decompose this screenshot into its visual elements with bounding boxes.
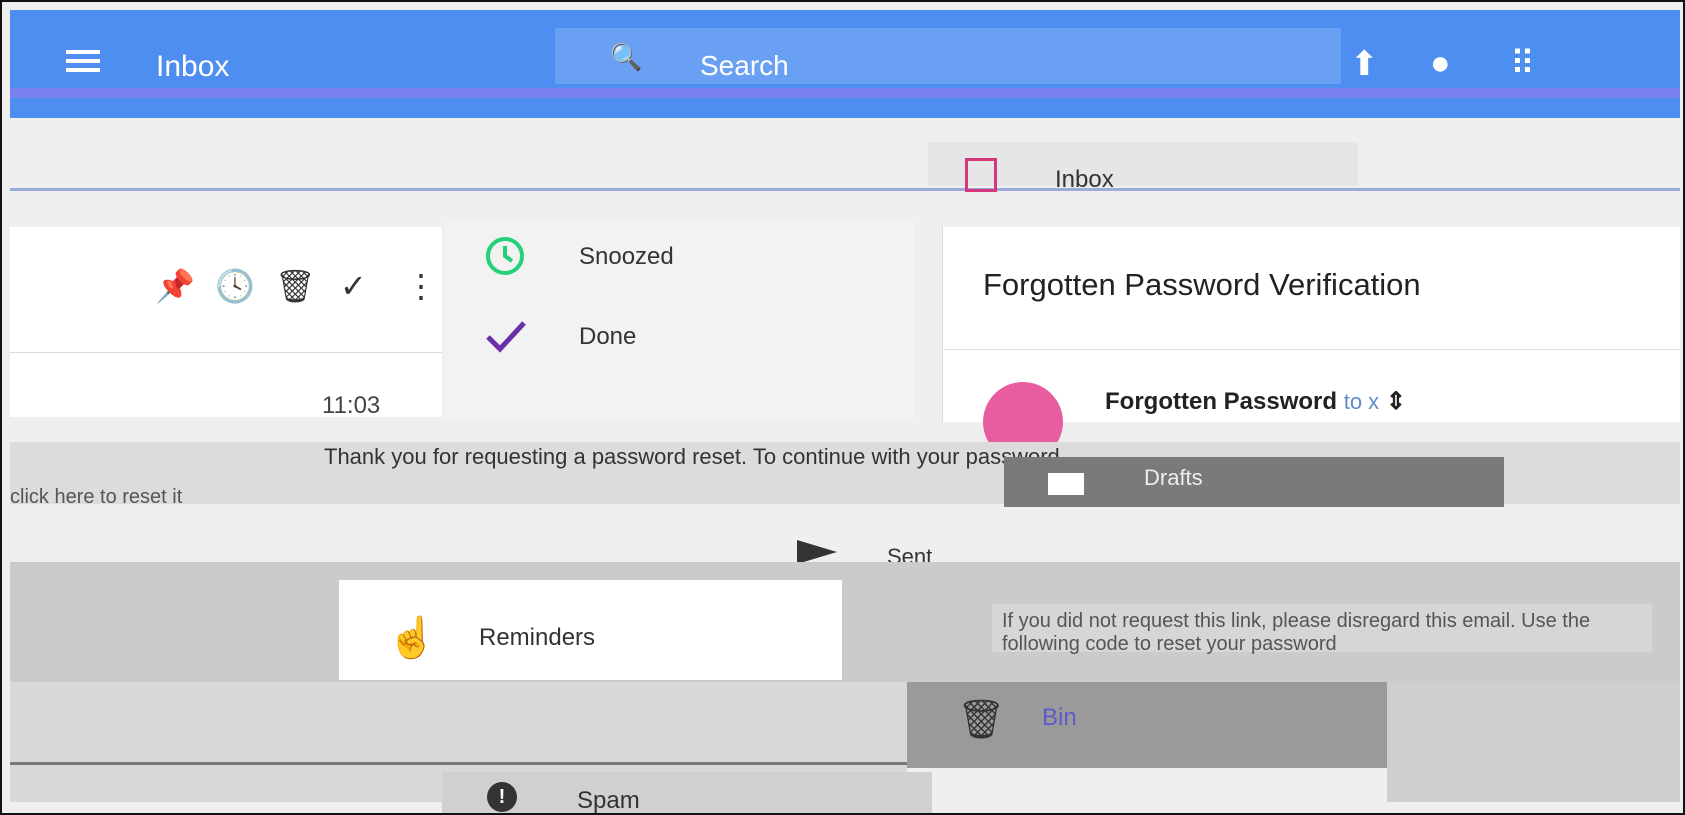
pin-icon[interactable]: 📌 (155, 267, 195, 305)
recipient-toggle[interactable]: to x (1344, 389, 1379, 414)
trash-icon: 🗑 (957, 699, 1006, 741)
alert-icon: ! (487, 782, 517, 812)
pointing-hand-icon: ☝ (387, 616, 437, 660)
menu-item-label: Bin (1042, 704, 1077, 731)
panel-divider (10, 352, 442, 353)
top-app-bar: Inbox 🔍 Search ⬆ ⠿ ● (10, 10, 1680, 118)
app-title: Inbox (156, 50, 230, 83)
message-preview: Thank you for requesting a password rese… (324, 444, 1060, 469)
reset-link[interactable]: click here to reset it (10, 486, 182, 509)
inbox-checkbox-icon[interactable] (965, 158, 997, 192)
app-frame: Inbox 🔍 Search ⬆ ⠿ ● Inbox 📌 🕓 🗑 ✓ ⋮ 11:… (0, 0, 1685, 815)
clock-icon (486, 237, 524, 275)
reading-pane: Forgotten Password Verification Forgotte… (942, 227, 1680, 462)
message-time: 11:03 (322, 392, 381, 419)
menu-item-reminders[interactable]: ☝ Reminders (339, 580, 842, 680)
search-placeholder: Search (700, 50, 789, 81)
send-icon (797, 540, 837, 564)
account-icon[interactable]: ● (1430, 44, 1451, 83)
more-icon[interactable]: ⋮ (405, 267, 437, 305)
inbox-label: Inbox (1055, 166, 1114, 193)
subbar: Inbox (10, 118, 1680, 194)
message-list-panel: 📌 🕓 🗑 ✓ ⋮ 11:03 (10, 227, 442, 419)
menu-item-drafts[interactable]: Drafts (1004, 457, 1504, 507)
menu-item-label: Spam (577, 787, 640, 814)
topbar-band (10, 88, 1680, 98)
menu-item-label: Snoozed (579, 243, 674, 270)
search-icon: 🔍 (610, 42, 643, 72)
subbar-line (10, 188, 1680, 191)
delete-icon[interactable]: 🗑 (275, 267, 316, 305)
bottom-divider (10, 762, 907, 765)
move-to-menu: Snoozed Done (444, 220, 914, 420)
menu-item-label: Drafts (1144, 465, 1203, 490)
search-box[interactable]: 🔍 Search (555, 28, 1341, 84)
menu-item-label: Done (579, 323, 637, 350)
email-body-text: If you did not request this link, please… (992, 604, 1652, 655)
reading-bottom (1387, 682, 1680, 802)
reading-divider (943, 349, 1680, 350)
checkmark-icon (486, 321, 526, 353)
done-icon[interactable]: ✓ (340, 267, 367, 305)
snooze-icon[interactable]: 🕓 (215, 267, 255, 305)
email-subject: Forgotten Password Verification (983, 267, 1421, 302)
expand-recipients-icon[interactable]: ⇕ (1386, 388, 1406, 415)
sender-line: Forgotten Password to x ⇕ (1105, 387, 1406, 416)
menu-item-spam[interactable]: ! Spam (442, 772, 932, 814)
menu-item-label: Reminders (479, 624, 596, 651)
sender-name: Forgotten Password (1105, 388, 1338, 415)
notifications-icon[interactable]: ⬆ (1350, 44, 1379, 84)
menu-item-bin[interactable]: 🗑 Bin (907, 682, 1387, 768)
menu-icon[interactable] (66, 50, 100, 74)
apps-icon[interactable]: ⠿ (1510, 44, 1535, 84)
drafts-icon (1048, 473, 1084, 495)
